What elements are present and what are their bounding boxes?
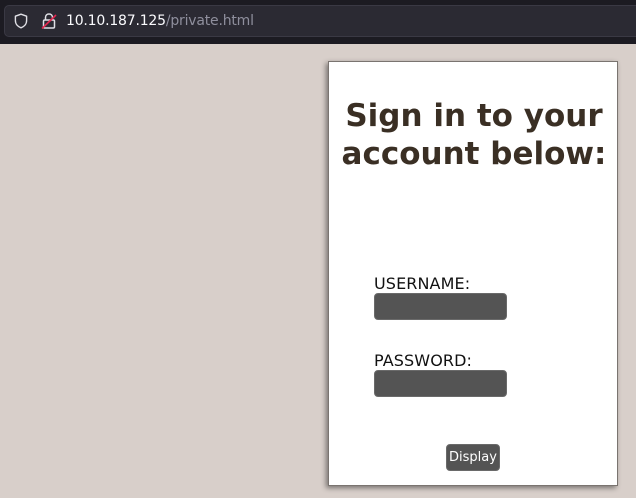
display-button[interactable]: Display [446,444,500,471]
insecure-lock-icon[interactable] [41,12,57,30]
login-card: Sign in to your account below: USERNAME:… [328,61,618,486]
username-label: USERNAME: [374,274,471,293]
page-title: Sign in to your account below: [341,98,607,172]
password-input[interactable] [374,370,507,397]
shield-icon[interactable] [13,13,29,29]
browser-toolbar: 10.10.187.125/private.html [0,0,636,44]
password-label: PASSWORD: [374,351,473,370]
username-input[interactable] [374,293,507,320]
url-path: /private.html [165,13,254,29]
url-text[interactable]: 10.10.187.125/private.html [66,13,254,29]
address-bar[interactable]: 10.10.187.125/private.html [4,5,636,37]
url-host: 10.10.187.125 [66,13,166,29]
